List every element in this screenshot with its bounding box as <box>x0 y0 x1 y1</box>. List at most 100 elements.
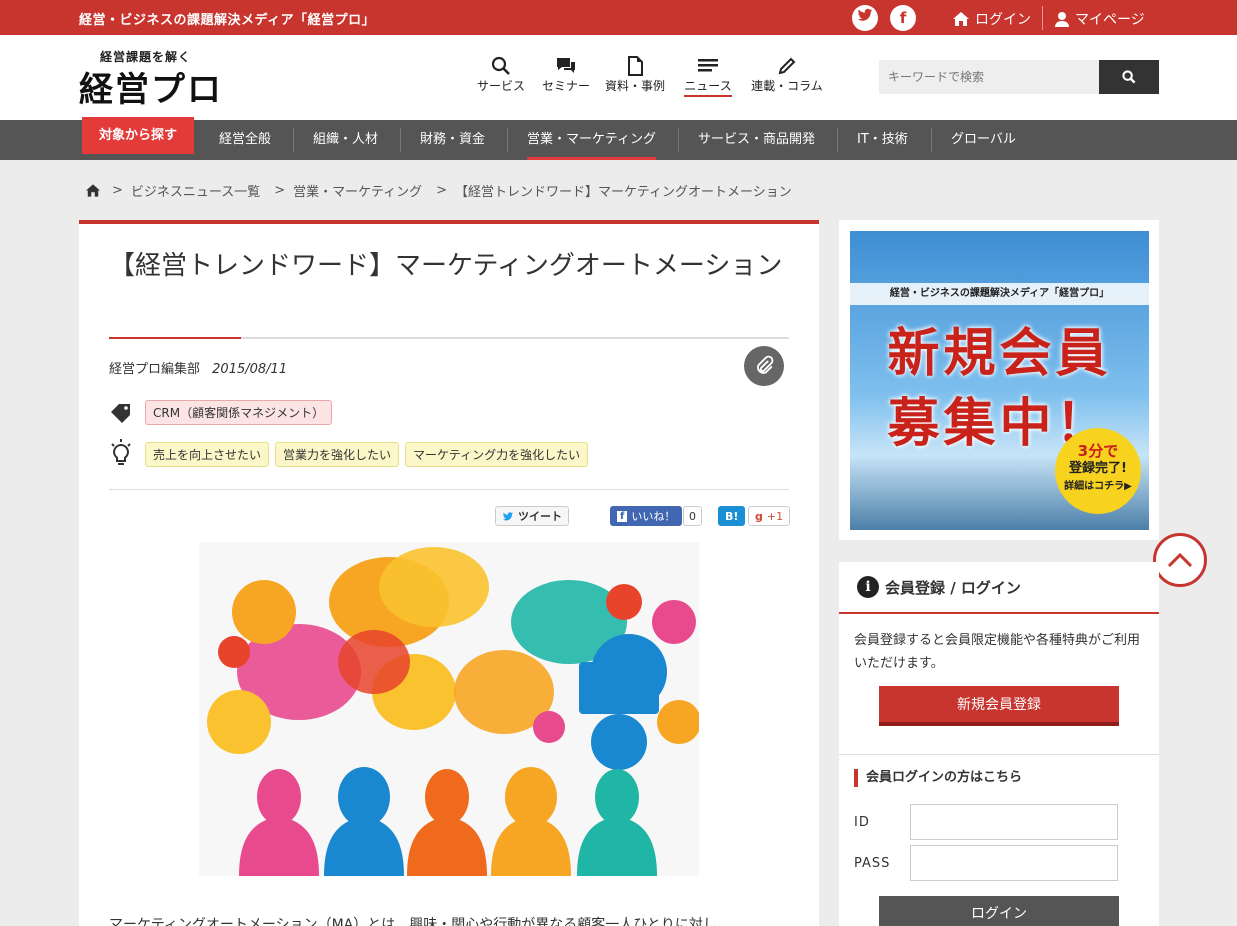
article-author: 経営プロ編集部 <box>109 362 201 377</box>
title-underline <box>109 337 789 339</box>
like-count: 0 <box>683 506 702 526</box>
facebook-icon: f <box>617 510 628 522</box>
article-date: 2015/08/11 <box>212 362 288 377</box>
site-header: 経営課題を解く 経営プロ サービス セミナー 資料・事例 ニュース 連載・コラム <box>0 35 1237 120</box>
google-plus-icon: g <box>755 509 763 523</box>
chat-icon <box>557 58 575 73</box>
pass-label: PASS <box>854 856 891 871</box>
tag-icon <box>111 403 130 423</box>
password-field[interactable] <box>910 845 1118 881</box>
google-plus-button[interactable]: g +1 <box>748 506 791 526</box>
gnav-seminar-label: セミナー <box>541 79 590 93</box>
article-byline: 経営プロ編集部 2015/08/11 <box>109 358 287 377</box>
gnav-documents[interactable]: 資料・事例 <box>604 55 666 94</box>
top-bar: 経営・ビジネスの課題解決メディア「経営プロ」 f ログイン マイページ <box>0 0 1237 35</box>
lightbulb-icon <box>111 439 131 465</box>
banner-cta-3: 詳細はコチラ▶ <box>1064 481 1132 492</box>
breadcrumb: > ビジネスニュース一覧 > 営業・マーケティング > 【経営トレンドワード】マ… <box>86 181 800 200</box>
news-icon <box>698 59 718 72</box>
facebook-like-button[interactable]: f いいね！ <box>610 506 683 526</box>
breadcrumb-category[interactable]: 営業・マーケティング <box>293 181 422 200</box>
search-icon <box>1122 70 1136 84</box>
google-plus-label: +1 <box>766 509 784 523</box>
breadcrumb-news-list[interactable]: ビジネスニュース一覧 <box>131 181 260 200</box>
login-panel-title: 会員登録 / ログイン <box>885 578 1021 597</box>
login-panel-description: 会員登録すると会員限定機能や各種特典がご利用いただけます。 <box>854 633 1141 671</box>
login-link[interactable]: ログイン <box>953 9 1031 29</box>
divider <box>109 489 789 490</box>
hatena-bookmark-button[interactable]: B! <box>718 506 746 526</box>
login-link-label: ログイン <box>975 12 1031 28</box>
banner-headline-1: 新規会員 <box>887 323 1112 384</box>
back-to-top-button[interactable] <box>1153 533 1207 587</box>
category-organization[interactable]: 組織・人材 <box>313 120 378 160</box>
breadcrumb-current: 【経営トレンドワード】マーケティングオートメーション <box>455 185 792 200</box>
member-login-heading: 会員ログインの方はこちら <box>854 769 1022 787</box>
article-lead: マーケティングオートメーション（MA）とは、興味・関心や行動が異なる顧客一人ひと… <box>109 917 717 926</box>
banner-cta-2: 登録完了! <box>1069 461 1127 476</box>
article-title: 【経営トレンドワード】マーケティングオートメーション <box>109 251 783 281</box>
gnav-column[interactable]: 連載・コラム <box>750 55 824 94</box>
category-global[interactable]: グローバル <box>951 120 1016 160</box>
category-divider <box>507 128 508 152</box>
breadcrumb-separator: > <box>436 183 448 198</box>
mypage-link[interactable]: マイページ <box>1055 9 1145 29</box>
category-management[interactable]: 経営全般 <box>219 120 271 160</box>
sidebar-ad: 経営・ビジネスの課題解決メディア「経営プロ」 新規会員 募集中！ 3分で 登録完… <box>839 220 1159 540</box>
twitter-icon[interactable] <box>852 5 878 31</box>
site-logo[interactable]: 経営プロ <box>79 62 223 111</box>
tag-strengthen-sales[interactable]: 営業力を強化したい <box>275 441 400 467</box>
login-button[interactable]: ログイン <box>879 896 1119 926</box>
login-panel-header: i 会員登録 / ログイン <box>839 562 1159 614</box>
clip-icon[interactable] <box>744 346 784 386</box>
category-sales-marketing[interactable]: 営業・マーケティング <box>527 120 656 160</box>
category-divider <box>837 128 838 152</box>
register-button[interactable]: 新規会員登録 <box>879 686 1119 726</box>
tweet-label: ツイート <box>518 510 562 523</box>
chevron-up-icon <box>1167 552 1193 568</box>
member-campaign-banner[interactable]: 経営・ビジネスの課題解決メディア「経営プロ」 新規会員 募集中！ 3分で 登録完… <box>850 231 1149 530</box>
breadcrumb-separator: > <box>112 183 123 198</box>
breadcrumb-separator: > <box>274 183 286 198</box>
banner-tagline: 経営・ビジネスの課題解決メディア「経営プロ」 <box>850 283 1149 305</box>
category-divider <box>931 128 932 152</box>
browse-by-target-button[interactable]: 対象から探す <box>82 117 194 154</box>
info-icon: i <box>857 576 879 598</box>
divider <box>839 754 1159 755</box>
category-tag-row: CRM（顧客関係マネジメント） <box>109 400 333 425</box>
gnav-column-label: 連載・コラム <box>751 79 823 93</box>
category-divider <box>293 128 294 152</box>
tweet-button[interactable]: ツイート <box>495 506 569 526</box>
gnav-seminar[interactable]: セミナー <box>541 55 591 94</box>
category-it[interactable]: IT・技術 <box>857 120 908 160</box>
search-input[interactable] <box>879 60 1099 94</box>
site-tagline: 経営・ビジネスの課題解決メディア「経営プロ」 <box>79 13 376 28</box>
tag-increase-sales[interactable]: 売上を向上させたい <box>145 441 270 467</box>
home-icon <box>953 12 969 26</box>
id-field[interactable] <box>910 804 1118 840</box>
gnav-documents-label: 資料・事例 <box>604 79 665 93</box>
like-label: いいね！ <box>631 510 676 523</box>
purpose-tag-row: 売上を向上させたい 営業力を強化したい マーケティング力を強化したい <box>109 439 589 469</box>
gnav-news[interactable]: ニュース <box>683 55 733 97</box>
topbar-divider <box>1042 6 1043 30</box>
pencil-icon <box>778 57 796 75</box>
search-button[interactable] <box>1099 60 1159 94</box>
id-label: ID <box>854 815 870 830</box>
gnav-news-label: ニュース <box>684 79 732 97</box>
mypage-link-label: マイページ <box>1075 12 1145 28</box>
tag-strengthen-marketing[interactable]: マーケティング力を強化したい <box>405 441 589 467</box>
category-finance[interactable]: 財務・資金 <box>420 120 485 160</box>
gnav-service[interactable]: サービス <box>476 55 526 94</box>
facebook-icon[interactable]: f <box>890 5 916 31</box>
document-icon <box>628 56 643 76</box>
gnav-service-label: サービス <box>476 79 525 93</box>
user-icon <box>1055 11 1069 27</box>
category-product-dev[interactable]: サービス・商品開発 <box>698 120 815 160</box>
banner-cta-1: 3分で <box>1077 442 1119 460</box>
login-panel: i 会員登録 / ログイン 会員登録すると会員限定機能や各種特典がご利用いただけ… <box>839 562 1159 926</box>
tag-crm[interactable]: CRM（顧客関係マネジメント） <box>145 400 333 425</box>
home-icon[interactable] <box>86 184 100 197</box>
banner-cta-badge: 3分で 登録完了! 詳細はコチラ▶ <box>1055 428 1141 514</box>
article-hero-image <box>199 542 699 876</box>
